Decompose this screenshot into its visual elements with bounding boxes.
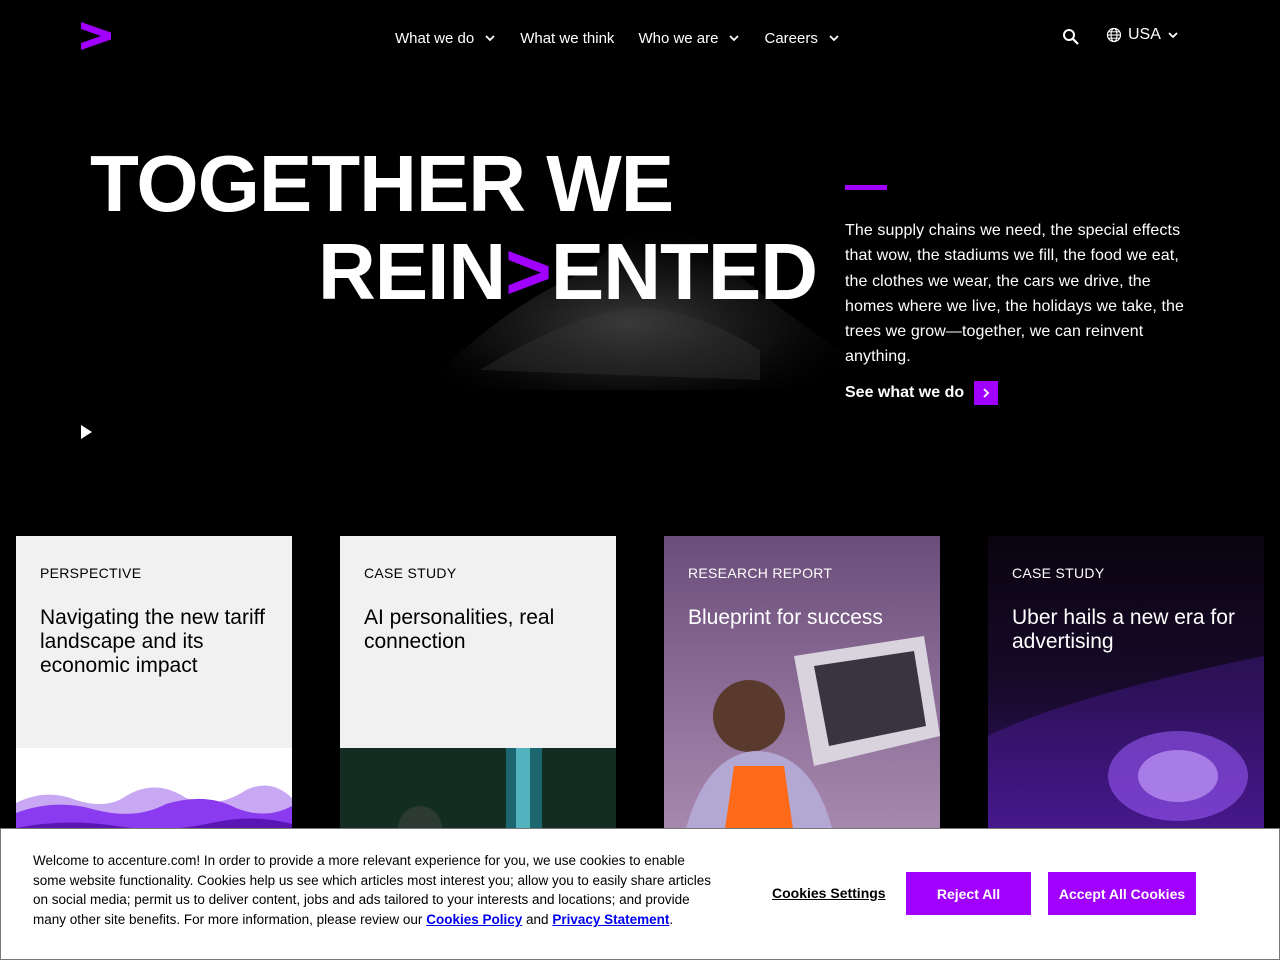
card-title: Uber hails a new era for advertising xyxy=(1012,606,1235,653)
nav-item-label: Careers xyxy=(764,29,818,47)
locale-selector[interactable]: USA xyxy=(1106,26,1179,44)
cookie-text: Welcome to accenture.com! In order to pr… xyxy=(33,851,713,930)
search-icon[interactable] xyxy=(1062,28,1080,46)
nav-item-label: Who we are xyxy=(638,29,719,47)
chevron-down-icon xyxy=(729,35,740,42)
hero-accent-bar xyxy=(845,185,887,190)
hero-title-part: ENTED xyxy=(550,227,818,316)
accenture-logo-icon[interactable] xyxy=(80,21,112,51)
cookie-banner: Welcome to accenture.com! In order to pr… xyxy=(0,828,1280,960)
card-image xyxy=(16,748,292,836)
play-icon[interactable] xyxy=(78,424,94,440)
chevron-down-icon xyxy=(829,35,839,42)
accept-all-cookies-button[interactable]: Accept All Cookies xyxy=(1048,872,1196,915)
site-header: What we do What we think Who we are Care… xyxy=(0,0,1280,76)
nav-item-what-we-do[interactable]: What we do xyxy=(395,26,496,50)
card-perspective[interactable]: PERSPECTIVE Navigating the new tariff la… xyxy=(16,536,292,836)
card-image xyxy=(340,748,616,836)
hero-title-line-1: TOGETHER WE xyxy=(90,139,674,228)
hero-title: TOGETHER WE REIN>ENTED xyxy=(90,139,818,316)
card-eyebrow: CASE STUDY xyxy=(364,565,457,581)
nav-item-who-we-are[interactable]: Who we are xyxy=(638,26,740,50)
nav-item-label: What we think xyxy=(520,29,615,47)
card-eyebrow: RESEARCH REPORT xyxy=(688,565,833,581)
cookies-settings-button[interactable]: Cookies Settings xyxy=(772,885,886,901)
card-eyebrow: PERSPECTIVE xyxy=(40,565,142,581)
hero-title-mark: > xyxy=(505,227,552,316)
reject-all-button[interactable]: Reject All xyxy=(906,872,1031,915)
card-eyebrow: CASE STUDY xyxy=(1012,565,1105,581)
see-what-we-do-link[interactable]: See what we do xyxy=(845,381,999,405)
cookie-text-and: and xyxy=(526,912,549,928)
cta-label: See what we do xyxy=(845,384,965,401)
card-title: Navigating the new tariff landscape and … xyxy=(40,606,265,677)
card-image xyxy=(664,536,940,836)
card-title: AI personalities, real connection xyxy=(364,606,555,653)
chevron-down-icon xyxy=(485,35,495,42)
main-nav: What we do What we think Who we are Care… xyxy=(395,26,864,50)
card-case-study-ai[interactable]: CASE STUDY AI personalities, real connec… xyxy=(340,536,616,836)
cookies-policy-link[interactable]: Cookies Policy xyxy=(426,912,522,927)
nav-item-label: What we do xyxy=(395,29,475,47)
card-image xyxy=(988,536,1264,836)
globe-icon xyxy=(1106,27,1122,43)
card-research-report[interactable]: RESEARCH REPORT Blueprint for success xyxy=(664,536,940,836)
hero-body-text: The supply chains we need, the special e… xyxy=(845,222,1184,366)
hero-title-line-2: REIN>ENTED xyxy=(318,227,818,316)
nav-item-careers[interactable]: Careers xyxy=(764,26,839,50)
chevron-right-icon xyxy=(974,381,999,405)
cookie-text-end: . xyxy=(669,912,674,928)
hero-title-part: REIN xyxy=(318,227,506,316)
chevron-down-icon xyxy=(1168,32,1178,39)
card-title: Blueprint for success xyxy=(688,606,883,629)
locale-label: USA xyxy=(1128,26,1161,43)
privacy-statement-link[interactable]: Privacy Statement xyxy=(552,912,669,927)
nav-item-what-we-think[interactable]: What we think xyxy=(520,26,614,50)
card-case-study-uber[interactable]: CASE STUDY Uber hails a new era for adve… xyxy=(988,536,1264,836)
